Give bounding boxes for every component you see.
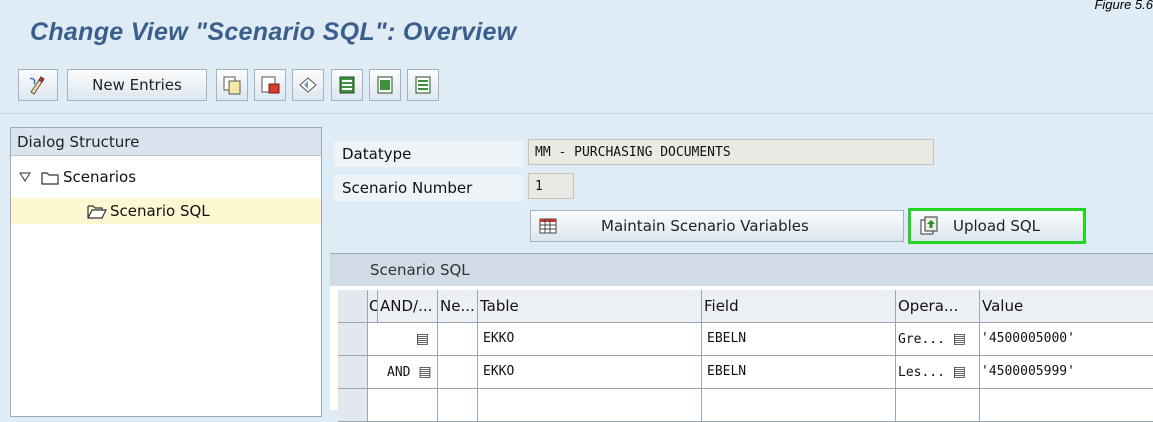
negation-cell[interactable] — [438, 323, 478, 356]
value-cell[interactable]: '4500005999' — [980, 356, 1153, 389]
expand-triangle-icon[interactable] — [19, 172, 31, 182]
edit-toggle-icon — [29, 76, 45, 95]
select-block-icon — [377, 76, 393, 94]
upload-sql-label: Upload SQL — [953, 217, 1041, 235]
andor-cell[interactable] — [368, 389, 438, 422]
deselect-all-icon — [415, 76, 431, 94]
scenario-number-field[interactable]: 1 — [528, 173, 574, 199]
tree-node-scenarios[interactable]: Scenarios — [19, 164, 136, 190]
application-toolbar: New Entries — [0, 57, 1153, 114]
operator-cell[interactable]: Les... ▤ — [896, 356, 980, 389]
new-entries-button[interactable]: New Entries — [67, 69, 207, 101]
value-help-icon[interactable]: ▤ — [953, 331, 966, 347]
row-selector[interactable] — [338, 323, 368, 356]
column-header-o[interactable]: O — [368, 290, 378, 323]
table-row: AND ▤ EKKO EBELN Les... ▤ '4500005999' — [338, 356, 1153, 389]
select-all-rows-cell[interactable] — [338, 290, 368, 323]
tree-node-scenario-sql[interactable]: Scenario SQL — [11, 198, 321, 224]
table-cell[interactable] — [478, 389, 702, 422]
delete-icon — [261, 76, 280, 94]
table-caption: Scenario SQL — [330, 254, 1153, 286]
select-all-icon — [339, 76, 355, 94]
operator-cell[interactable] — [896, 389, 980, 422]
copy-button[interactable] — [216, 69, 248, 101]
undo-button[interactable] — [292, 69, 324, 101]
field-cell[interactable]: EBELN — [702, 356, 896, 389]
figure-tag: Figure 5.6 — [1094, 0, 1153, 12]
undo-icon — [299, 77, 317, 93]
tree-node-scenarios-label: Scenarios — [63, 168, 137, 186]
copy-icon — [223, 76, 241, 95]
operator-value: Les... — [898, 365, 945, 380]
value-help-icon[interactable]: ▤ — [418, 364, 431, 380]
upload-sql-button[interactable]: Upload SQL — [908, 208, 1086, 244]
negation-cell[interactable] — [438, 356, 478, 389]
new-entries-label: New Entries — [92, 76, 182, 94]
negation-cell[interactable] — [438, 389, 478, 422]
upload-icon — [920, 216, 938, 235]
datatype-label: Datatype — [334, 141, 524, 167]
andor-value: AND — [387, 365, 411, 380]
value-help-icon[interactable]: ▤ — [416, 331, 429, 347]
table-grid-icon — [539, 218, 557, 234]
deselect-all-button[interactable] — [407, 69, 439, 101]
operator-value: Gre... — [898, 332, 945, 347]
table-cell[interactable]: EKKO — [478, 356, 702, 389]
scenario-sql-table: Scenario SQL O AND/... Ne... Table Field… — [330, 253, 1153, 422]
column-header-negation[interactable]: Ne... — [438, 290, 478, 323]
maintain-scenario-variables-button[interactable]: Maintain Scenario Variables — [530, 210, 904, 242]
table-cell[interactable]: EKKO — [478, 323, 702, 356]
open-folder-icon — [87, 204, 107, 219]
select-all-button[interactable] — [331, 69, 363, 101]
value-cell[interactable] — [980, 389, 1153, 422]
row-selector[interactable] — [338, 389, 368, 422]
delete-button[interactable] — [254, 69, 286, 101]
value-help-icon[interactable]: ▤ — [953, 364, 966, 380]
dialog-structure-pane: Dialog Structure Scenarios Scenario SQL — [10, 127, 322, 417]
andor-cell[interactable]: AND ▤ — [368, 356, 438, 389]
operator-cell[interactable]: Gre... ▤ — [896, 323, 980, 356]
field-cell[interactable]: EBELN — [702, 323, 896, 356]
column-header-operator[interactable]: Opera... — [896, 290, 980, 323]
edit-toggle-button[interactable] — [18, 69, 58, 101]
scenario-number-label: Scenario Number — [334, 175, 524, 201]
column-header-field[interactable]: Field — [702, 290, 896, 323]
value-cell[interactable]: '4500005000' — [980, 323, 1153, 356]
table-row — [338, 389, 1153, 422]
select-block-button[interactable] — [369, 69, 401, 101]
column-header-table[interactable]: Table — [478, 290, 702, 323]
column-header-value[interactable]: Value — [980, 290, 1153, 323]
column-header-andor[interactable]: AND/... — [378, 290, 438, 323]
field-cell[interactable] — [702, 389, 896, 422]
folder-icon — [41, 171, 59, 185]
table-row: ▤ EKKO EBELN Gre... ▤ '4500005000' — [338, 323, 1153, 356]
page-title: Change View "Scenario SQL": Overview — [30, 18, 517, 46]
tree-node-scenario-sql-label: Scenario SQL — [110, 202, 210, 220]
table-header-row: O AND/... Ne... Table Field Opera... Val… — [338, 290, 1153, 323]
row-selector[interactable] — [338, 356, 368, 389]
dialog-structure-title: Dialog Structure — [11, 128, 321, 156]
andor-cell[interactable]: ▤ — [368, 323, 438, 356]
maintain-scenario-variables-label: Maintain Scenario Variables — [601, 217, 809, 235]
datatype-field[interactable]: MM - PURCHASING DOCUMENTS — [528, 139, 934, 165]
